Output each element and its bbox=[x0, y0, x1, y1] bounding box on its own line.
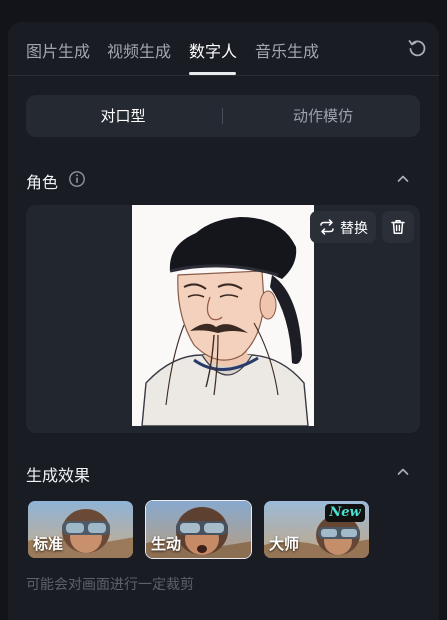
chevron-up-icon[interactable] bbox=[395, 464, 411, 480]
delete-button[interactable] bbox=[382, 211, 414, 243]
effect-label: 标准 bbox=[33, 535, 64, 553]
tab-music-gen[interactable]: 音乐生成 bbox=[255, 38, 319, 62]
role-section-title: 角色 bbox=[26, 173, 59, 192]
crop-note: 可能会对画面进行一定裁剪 bbox=[26, 577, 194, 593]
tab-video-gen[interactable]: 视频生成 bbox=[107, 38, 171, 62]
digital-human-panel: 图片生成 视频生成 数字人 音乐生成 对口型 动作模仿 角色 替换 生成效果 标… bbox=[8, 22, 439, 620]
info-icon[interactable] bbox=[68, 170, 86, 188]
replace-label: 替换 bbox=[340, 221, 368, 237]
tab-digital-human[interactable]: 数字人 bbox=[189, 38, 237, 62]
refresh-icon[interactable] bbox=[407, 38, 427, 58]
effect-option-vivid[interactable]: 生动 bbox=[145, 500, 252, 559]
effect-label: 生动 bbox=[151, 535, 182, 553]
trash-icon bbox=[391, 220, 405, 234]
chevron-up-icon[interactable] bbox=[395, 171, 411, 187]
tab-bar: 图片生成 视频生成 数字人 音乐生成 bbox=[8, 22, 439, 76]
active-tab-indicator bbox=[189, 72, 236, 75]
effect-section-title: 生成效果 bbox=[26, 466, 91, 485]
effect-label: 大师 bbox=[269, 535, 300, 553]
new-badge: New bbox=[325, 504, 365, 522]
swap-icon bbox=[320, 219, 334, 235]
mode-motion-imitation[interactable]: 动作模仿 bbox=[228, 95, 418, 137]
mode-switch: 对口型 动作模仿 bbox=[26, 95, 420, 137]
role-image-container: 替换 bbox=[26, 205, 420, 433]
replace-button[interactable]: 替换 bbox=[310, 211, 376, 243]
mode-lip-sync[interactable]: 对口型 bbox=[28, 95, 218, 137]
role-portrait-image bbox=[132, 205, 314, 426]
mode-divider bbox=[222, 108, 223, 124]
tab-image-gen[interactable]: 图片生成 bbox=[26, 38, 90, 62]
effect-option-standard[interactable]: 标准 bbox=[27, 500, 134, 559]
effect-option-master[interactable]: New 大师 bbox=[263, 500, 370, 559]
